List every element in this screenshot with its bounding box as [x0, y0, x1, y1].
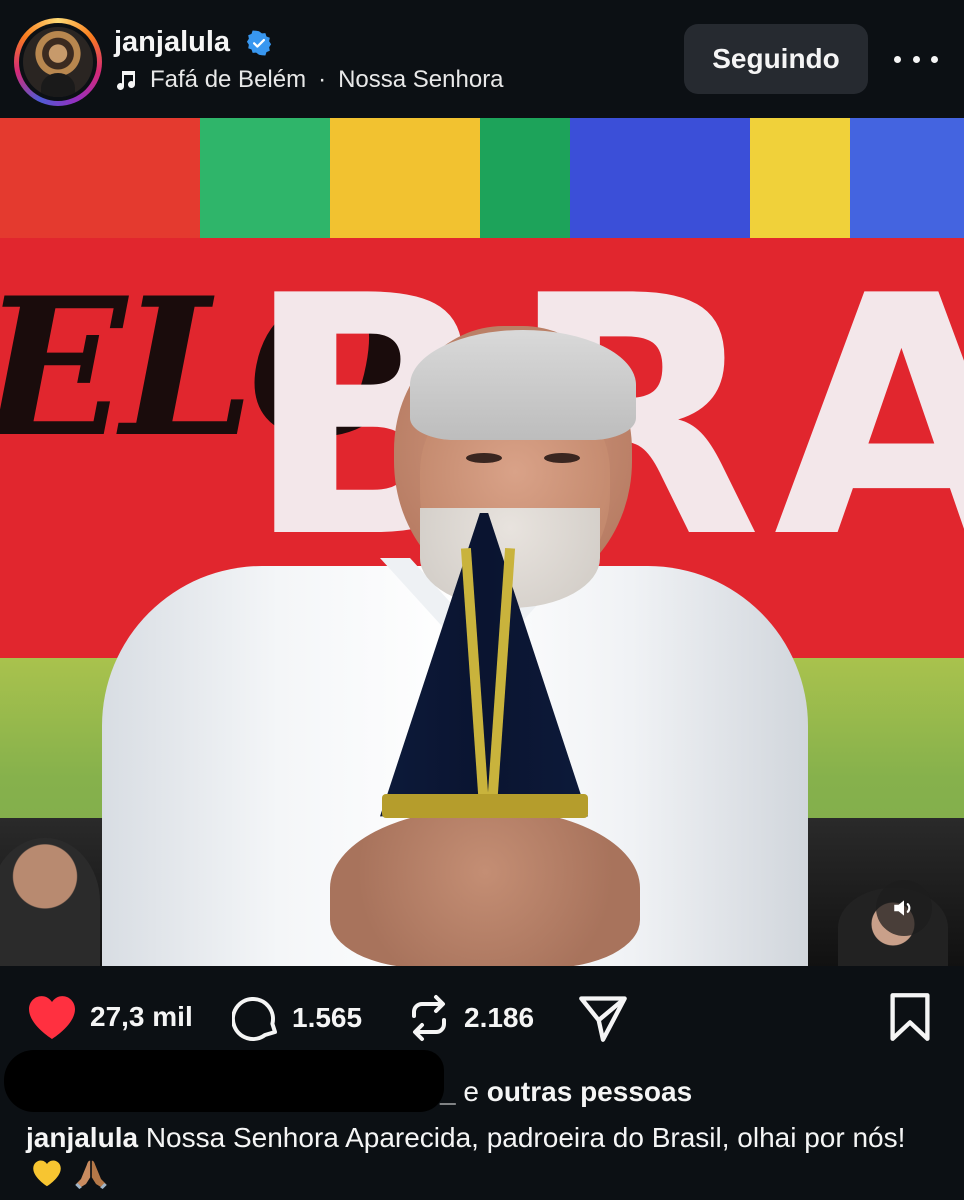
post-media[interactable]: ELO BRA — [0, 118, 964, 966]
more-options-icon[interactable] — [894, 42, 938, 76]
repost-icon[interactable] — [406, 994, 452, 1042]
post-caption: janjalula Nossa Senhora Aparecida, padro… — [26, 1120, 946, 1192]
caption-username[interactable]: janjalula — [26, 1122, 138, 1153]
banner-colorful-strip — [0, 118, 964, 238]
repost-count[interactable]: 2.186 — [464, 1002, 534, 1034]
praying-hands-icon — [74, 1160, 107, 1189]
music-artist: Fafá de Belém — [150, 66, 307, 93]
dot — [894, 55, 901, 63]
statue-base — [382, 794, 588, 818]
person-eye — [466, 453, 502, 463]
verified-badge-icon — [246, 30, 272, 56]
comment-count[interactable]: 1.565 — [292, 1002, 362, 1034]
music-title: Nossa Senhora — [338, 66, 504, 93]
post-header: janjalula Fafá de Belém · Nossa Senhora … — [0, 0, 964, 118]
person-eye — [544, 453, 580, 463]
dot — [912, 55, 920, 63]
liked-by-others[interactable]: outras pessoas — [487, 1076, 692, 1107]
redacted-username — [4, 1050, 444, 1112]
liked-by-line[interactable]: _ e outras pessoas — [440, 1076, 692, 1108]
liked-by-connector: e — [463, 1076, 479, 1107]
music-attribution[interactable]: Fafá de Belém · Nossa Senhora — [114, 66, 504, 94]
liked-by-user-suffix[interactable]: _ — [440, 1076, 456, 1107]
comment-bubble-icon[interactable] — [232, 994, 280, 1042]
avatar[interactable] — [23, 27, 93, 97]
following-button[interactable]: Seguindo — [684, 24, 868, 94]
username[interactable]: janjalula — [114, 26, 230, 59]
repost-action[interactable]: 2.186 — [406, 994, 534, 1042]
music-note-icon — [117, 71, 135, 91]
heart-icon[interactable] — [26, 994, 78, 1040]
yellow-heart-icon — [33, 1160, 61, 1187]
avatar-frame — [19, 23, 97, 101]
like-count[interactable]: 27,3 mil — [90, 1001, 193, 1033]
person-hands — [330, 808, 640, 966]
speaker-glyph — [894, 900, 911, 916]
audience-person — [0, 838, 100, 966]
caption-text: Nossa Senhora Aparecida, padroeira do Br… — [145, 1122, 906, 1153]
story-ring[interactable] — [14, 18, 102, 106]
speaker-icon[interactable] — [876, 880, 932, 936]
dot — [931, 55, 938, 63]
person-hair — [410, 330, 636, 440]
comment-action[interactable]: 1.565 — [232, 994, 362, 1042]
send-icon[interactable] — [576, 992, 630, 1044]
like-action[interactable]: 27,3 mil — [26, 994, 193, 1040]
bookmark-icon[interactable] — [888, 992, 932, 1042]
music-separator: · — [318, 66, 327, 93]
